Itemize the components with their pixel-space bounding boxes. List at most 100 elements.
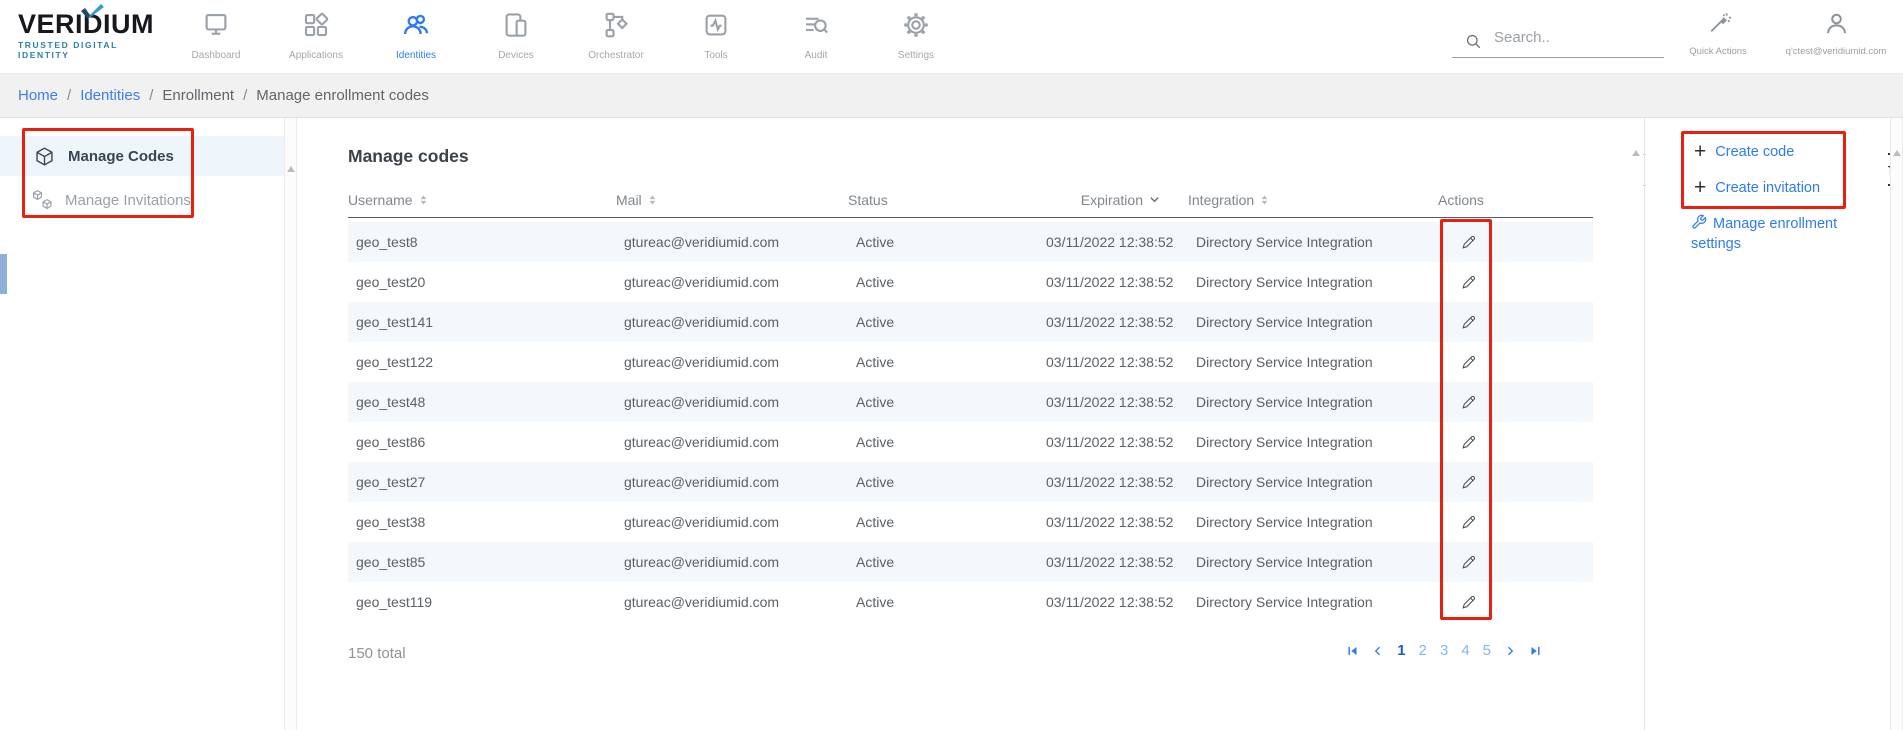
edit-button[interactable] (1456, 270, 1480, 294)
edit-button[interactable] (1456, 470, 1480, 494)
edit-button[interactable] (1456, 230, 1480, 254)
nav-item-settings[interactable]: Settings (866, 6, 966, 68)
cell-integration: Directory Service Integration (1188, 434, 1438, 450)
cube-icon (34, 146, 55, 167)
breadcrumb-home[interactable]: Home (18, 87, 58, 104)
page-4[interactable]: 4 (1461, 642, 1469, 659)
sidebar-item-manage-invitations[interactable]: Manage Invitations (0, 180, 284, 220)
cell-status: Active (848, 554, 1038, 570)
table-row[interactable]: geo_test38 gtureac@veridiumid.com Active… (348, 502, 1593, 542)
col-header-username[interactable]: Username (348, 192, 616, 208)
cell-status: Active (848, 274, 1038, 290)
quick-actions-label: Quick Actions (1658, 46, 1778, 57)
cell-mail: gtureac@veridiumid.com (616, 514, 848, 530)
sidebar-scrollbar[interactable] (284, 118, 297, 730)
edit-button[interactable] (1456, 430, 1480, 454)
total-count: 150 total (348, 645, 406, 662)
dashboard-icon (201, 10, 231, 40)
pencil-icon (1460, 514, 1477, 531)
table-row[interactable]: geo_test85 gtureac@veridiumid.com Active… (348, 542, 1593, 582)
cell-status: Active (848, 594, 1038, 610)
cell-expiration: 03/11/2022 12:38:52 (1038, 274, 1188, 290)
first-page-icon (1346, 644, 1359, 658)
nav-item-audit[interactable]: Audit (766, 6, 866, 68)
table-row[interactable]: geo_test48 gtureac@veridiumid.com Active… (348, 382, 1593, 422)
manage-enrollment-settings-link[interactable]: Manage enrollment settings (1691, 214, 1859, 254)
nav-item-dashboard[interactable]: Dashboard (166, 6, 266, 68)
create-code-button[interactable]: + Create code (1694, 143, 1794, 161)
active-item-accent (0, 254, 7, 294)
table-row[interactable]: geo_test86 gtureac@veridiumid.com Active… (348, 422, 1593, 462)
cell-integration: Directory Service Integration (1188, 474, 1438, 490)
table-row[interactable]: geo_test20 gtureac@veridiumid.com Active… (348, 262, 1593, 302)
table-row[interactable]: geo_test27 gtureac@veridiumid.com Active… (348, 462, 1593, 502)
edit-button[interactable] (1456, 590, 1480, 614)
nav-item-devices[interactable]: Devices (466, 6, 566, 68)
next-page-button[interactable] (1504, 644, 1516, 658)
edit-button[interactable] (1456, 390, 1480, 414)
nav-item-orchestrator[interactable]: Orchestrator (566, 6, 666, 68)
veridium-logo[interactable]: VERIDIUM TRUSTED DIGITAL IDENTITY (18, 9, 158, 60)
nav-item-tools[interactable]: Tools (666, 6, 766, 68)
plus-icon: + (1694, 143, 1706, 161)
last-page-button[interactable] (1529, 644, 1542, 658)
table-row[interactable]: geo_test8 gtureac@veridiumid.com Active … (348, 222, 1593, 262)
cell-expiration: 03/11/2022 12:38:52 (1038, 394, 1188, 410)
magic-wand-icon (1705, 10, 1732, 37)
scroll-up-arrow-icon[interactable] (1632, 150, 1640, 156)
col-header-mail[interactable]: Mail (616, 192, 848, 208)
cell-mail: gtureac@veridiumid.com (616, 554, 848, 570)
edit-button[interactable] (1456, 550, 1480, 574)
nav-item-applications[interactable]: Applications (266, 6, 366, 68)
col-header-status: Status (848, 192, 1038, 208)
create-invitation-button[interactable]: + Create invitation (1694, 179, 1820, 197)
main-panel: Manage codes Username Mail Status Expira… (297, 118, 1630, 730)
page-2[interactable]: 2 (1419, 642, 1427, 659)
edit-button[interactable] (1456, 510, 1480, 534)
cell-status: Active (848, 314, 1038, 330)
pencil-icon (1460, 594, 1477, 611)
nav-item-identities[interactable]: Identities (366, 6, 466, 68)
global-search (1452, 24, 1664, 58)
cell-username: geo_test8 (348, 234, 616, 250)
global-search-input[interactable] (1494, 29, 1654, 46)
page-1[interactable]: 1 (1397, 642, 1405, 659)
cell-mail: gtureac@veridiumid.com (616, 314, 848, 330)
first-page-button[interactable] (1346, 644, 1359, 658)
table-row[interactable]: geo_test119 gtureac@veridiumid.com Activ… (348, 582, 1593, 622)
table-row[interactable]: geo_test122 gtureac@veridiumid.com Activ… (348, 342, 1593, 382)
quick-actions-button[interactable]: Quick Actions (1658, 10, 1778, 57)
cell-expiration: 03/11/2022 12:38:52 (1038, 354, 1188, 370)
cell-expiration: 03/11/2022 12:38:52 (1038, 434, 1188, 450)
cell-status: Active (848, 514, 1038, 530)
page-5[interactable]: 5 (1483, 642, 1491, 659)
orchestrator-icon (601, 10, 631, 40)
cell-integration: Directory Service Integration (1188, 274, 1438, 290)
table-row[interactable]: geo_test141 gtureac@veridiumid.com Activ… (348, 302, 1593, 342)
scroll-up-arrow-icon[interactable] (1893, 150, 1901, 156)
col-header-integration[interactable]: Integration (1188, 192, 1438, 208)
window-scrollbar[interactable] (1890, 118, 1903, 730)
user-menu[interactable]: q'ctest@veridiumid.com (1772, 10, 1900, 57)
cell-username: geo_test48 (348, 394, 616, 410)
sidebar-item-manage-codes[interactable]: Manage Codes (0, 136, 284, 176)
breadcrumb-identities[interactable]: Identities (80, 87, 140, 104)
cell-expiration: 03/11/2022 12:38:52 (1038, 554, 1188, 570)
cell-expiration: 03/11/2022 12:38:52 (1038, 234, 1188, 250)
cell-mail: gtureac@veridiumid.com (616, 594, 848, 610)
breadcrumb: Home/Identities/Enrollment/Manage enroll… (18, 74, 429, 118)
edit-button[interactable] (1456, 350, 1480, 374)
cell-mail: gtureac@veridiumid.com (616, 274, 848, 290)
cell-integration: Directory Service Integration (1188, 594, 1438, 610)
edit-button[interactable] (1456, 310, 1480, 334)
main-scrollbar[interactable] (1630, 118, 1643, 730)
prev-page-button[interactable] (1372, 644, 1384, 658)
col-header-expiration[interactable]: Expiration (1038, 192, 1188, 208)
breadcrumb-bar: Home/Identities/Enrollment/Manage enroll… (0, 74, 1903, 118)
audit-icon (801, 10, 831, 40)
cell-username: geo_test85 (348, 554, 616, 570)
cell-username: geo_test27 (348, 474, 616, 490)
page-3[interactable]: 3 (1440, 642, 1448, 659)
scroll-up-arrow-icon[interactable] (287, 166, 295, 172)
main-nav: Dashboard Applications Identities (166, 6, 966, 68)
